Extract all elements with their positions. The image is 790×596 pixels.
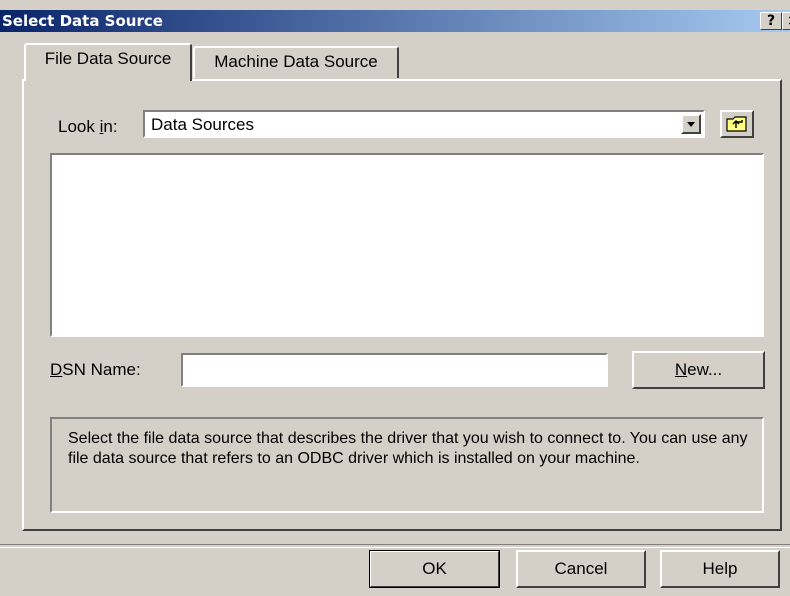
tab-file-data-source[interactable]: File Data Source: [24, 43, 192, 81]
ok-button[interactable]: OK: [369, 550, 500, 588]
dropdown-arrow-icon[interactable]: [681, 114, 701, 134]
dsn-name-label: DSN Name:: [50, 360, 141, 379]
title-bar[interactable]: Select Data Source ? ×: [0, 10, 790, 32]
file-list[interactable]: [50, 153, 764, 337]
tab-label: File Data Source: [44, 49, 172, 68]
cancel-button[interactable]: Cancel: [516, 550, 646, 588]
select-data-source-dialog: Select Data Source ? × File Data Source …: [0, 0, 790, 596]
description-box: Select the file data source that describ…: [50, 417, 764, 513]
look-in-combobox[interactable]: Data Sources: [143, 110, 705, 138]
look-in-value: Data Sources: [151, 115, 254, 134]
window-title: Select Data Source: [2, 12, 163, 30]
dsn-name-input[interactable]: [181, 353, 608, 387]
up-one-level-icon: [726, 116, 747, 132]
close-title-button[interactable]: ×: [782, 12, 790, 30]
tab-machine-data-source[interactable]: Machine Data Source: [193, 46, 399, 78]
help-button[interactable]: Help: [660, 550, 780, 588]
tab-label: Machine Data Source: [214, 52, 378, 71]
up-one-level-button[interactable]: [720, 110, 754, 138]
footer-separator: [0, 544, 790, 548]
new-button[interactable]: New...: [632, 351, 765, 389]
help-title-button[interactable]: ?: [760, 12, 782, 30]
description-text: Select the file data source that describ…: [68, 430, 748, 467]
look-in-label: Look in:: [58, 117, 118, 136]
